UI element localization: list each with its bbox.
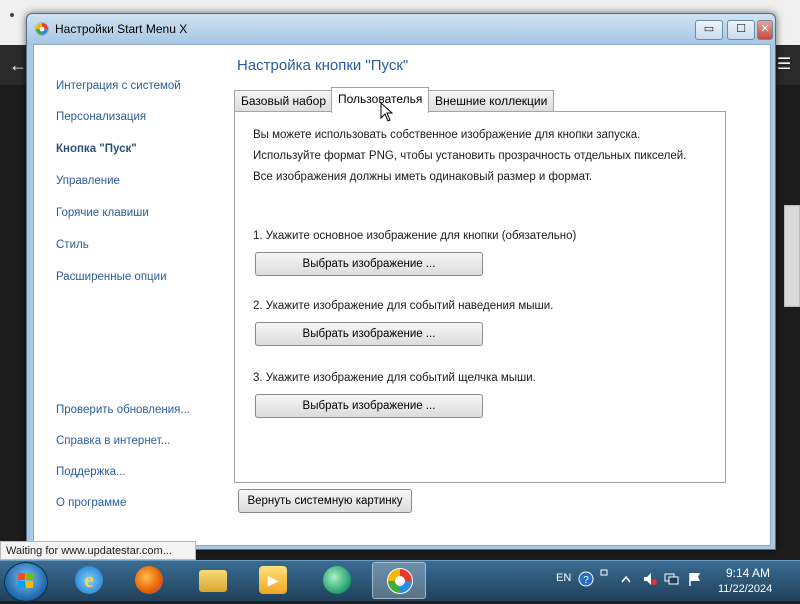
taskbar-app[interactable] [122,562,176,599]
step-1-label: 1. Укажите основное изображение для кноп… [253,230,577,242]
taskbar-app[interactable]: ▶ [246,562,300,599]
tab-dot [10,13,14,17]
sidebar-item-hotkeys[interactable]: Горячие клавиши [56,207,149,219]
sidebar-item-advanced[interactable]: Расширенные опции [56,271,167,283]
svg-text:?: ? [583,575,589,586]
browser-status-text: Waiting for www.updatestar.com... [0,541,196,560]
volume-muted-icon[interactable] [642,571,658,587]
taskbar: e ▶ EN ? 9:14 AM 11/22/2024 [0,560,800,602]
start-button[interactable] [4,562,48,602]
intro-line: Используйте формат PNG, чтобы установить… [253,150,687,162]
windows-logo-icon [18,573,33,588]
tray-expand-icon[interactable] [600,567,610,577]
firefox-icon [135,566,163,594]
support-link[interactable]: Поддержка... [56,466,126,478]
hamburger-menu-icon[interactable]: ☰ [774,55,794,75]
back-arrow-icon[interactable]: ← [8,55,28,75]
choose-main-image-button[interactable]: Выбрать изображение ... [255,252,483,276]
choose-hover-image-button[interactable]: Выбрать изображение ... [255,322,483,346]
chat-app-icon [323,566,351,594]
step-3-label: 3. Укажите изображение для событий щелчк… [253,372,536,384]
sidebar-item-personalization[interactable]: Персонализация [56,111,146,123]
help-icon[interactable]: ? [578,571,594,587]
close-button[interactable]: ✕ [757,20,773,40]
taskbar-app[interactable] [310,562,364,599]
settings-window: Настройки Start Menu X ▭ ☐ ✕ Интеграция … [26,13,776,550]
intro-line: Все изображения должны иметь одинаковый … [253,171,593,183]
clock-date[interactable]: 11/22/2024 [718,583,772,595]
tab-panel-custom: Вы можете использовать собственное изобр… [234,111,726,483]
title-bar[interactable]: Настройки Start Menu X ▭ ☐ ✕ [27,14,775,44]
taskbar-app[interactable]: e [62,562,116,599]
file-explorer-icon [199,570,227,592]
maximize-button[interactable]: ☐ [727,20,755,40]
sidebar-item-style[interactable]: Стиль [56,239,89,251]
intro-line: Вы можете использовать собственное изобр… [253,129,641,141]
window-title: Настройки Start Menu X [55,22,188,36]
sidebar-item-control[interactable]: Управление [56,175,120,187]
start-menu-x-icon [387,568,413,594]
action-center-flag-icon[interactable] [688,571,702,587]
mouse-cursor-icon [380,102,394,122]
sidebar-item-integration[interactable]: Интеграция с системой [56,80,181,92]
tab-basic-set[interactable]: Базовый набор [234,90,334,111]
start-menu-x-app-icon [35,22,49,36]
taskbar-app-active[interactable] [372,562,426,599]
page-title: Настройка кнопки "Пуск" [237,57,409,74]
internet-explorer-icon: e [75,566,103,594]
window-client-area: Интеграция с системой Персонализация Кно… [33,44,771,546]
check-updates-link[interactable]: Проверить обновления... [56,404,190,416]
network-icon[interactable] [664,571,680,587]
online-help-link[interactable]: Справка в интернет... [56,435,170,447]
sidebar-item-start-button[interactable]: Кнопка "Пуск" [56,143,137,155]
show-hidden-icons-icon[interactable] [620,573,632,585]
language-indicator[interactable]: EN [556,572,571,584]
choose-click-image-button[interactable]: Выбрать изображение ... [255,394,483,418]
restore-system-image-button[interactable]: Вернуть системную картинку [238,489,412,513]
background-scrollbar-thumb[interactable] [784,205,800,307]
clock-time[interactable]: 9:14 AM [726,566,770,580]
about-link[interactable]: О программе [56,497,126,509]
minimize-button[interactable]: ▭ [695,20,723,40]
taskbar-app[interactable] [186,562,240,599]
media-player-icon: ▶ [259,566,287,594]
step-2-label: 2. Укажите изображение для событий навед… [253,300,554,312]
tab-external-collections[interactable]: Внешние коллекции [428,90,555,111]
